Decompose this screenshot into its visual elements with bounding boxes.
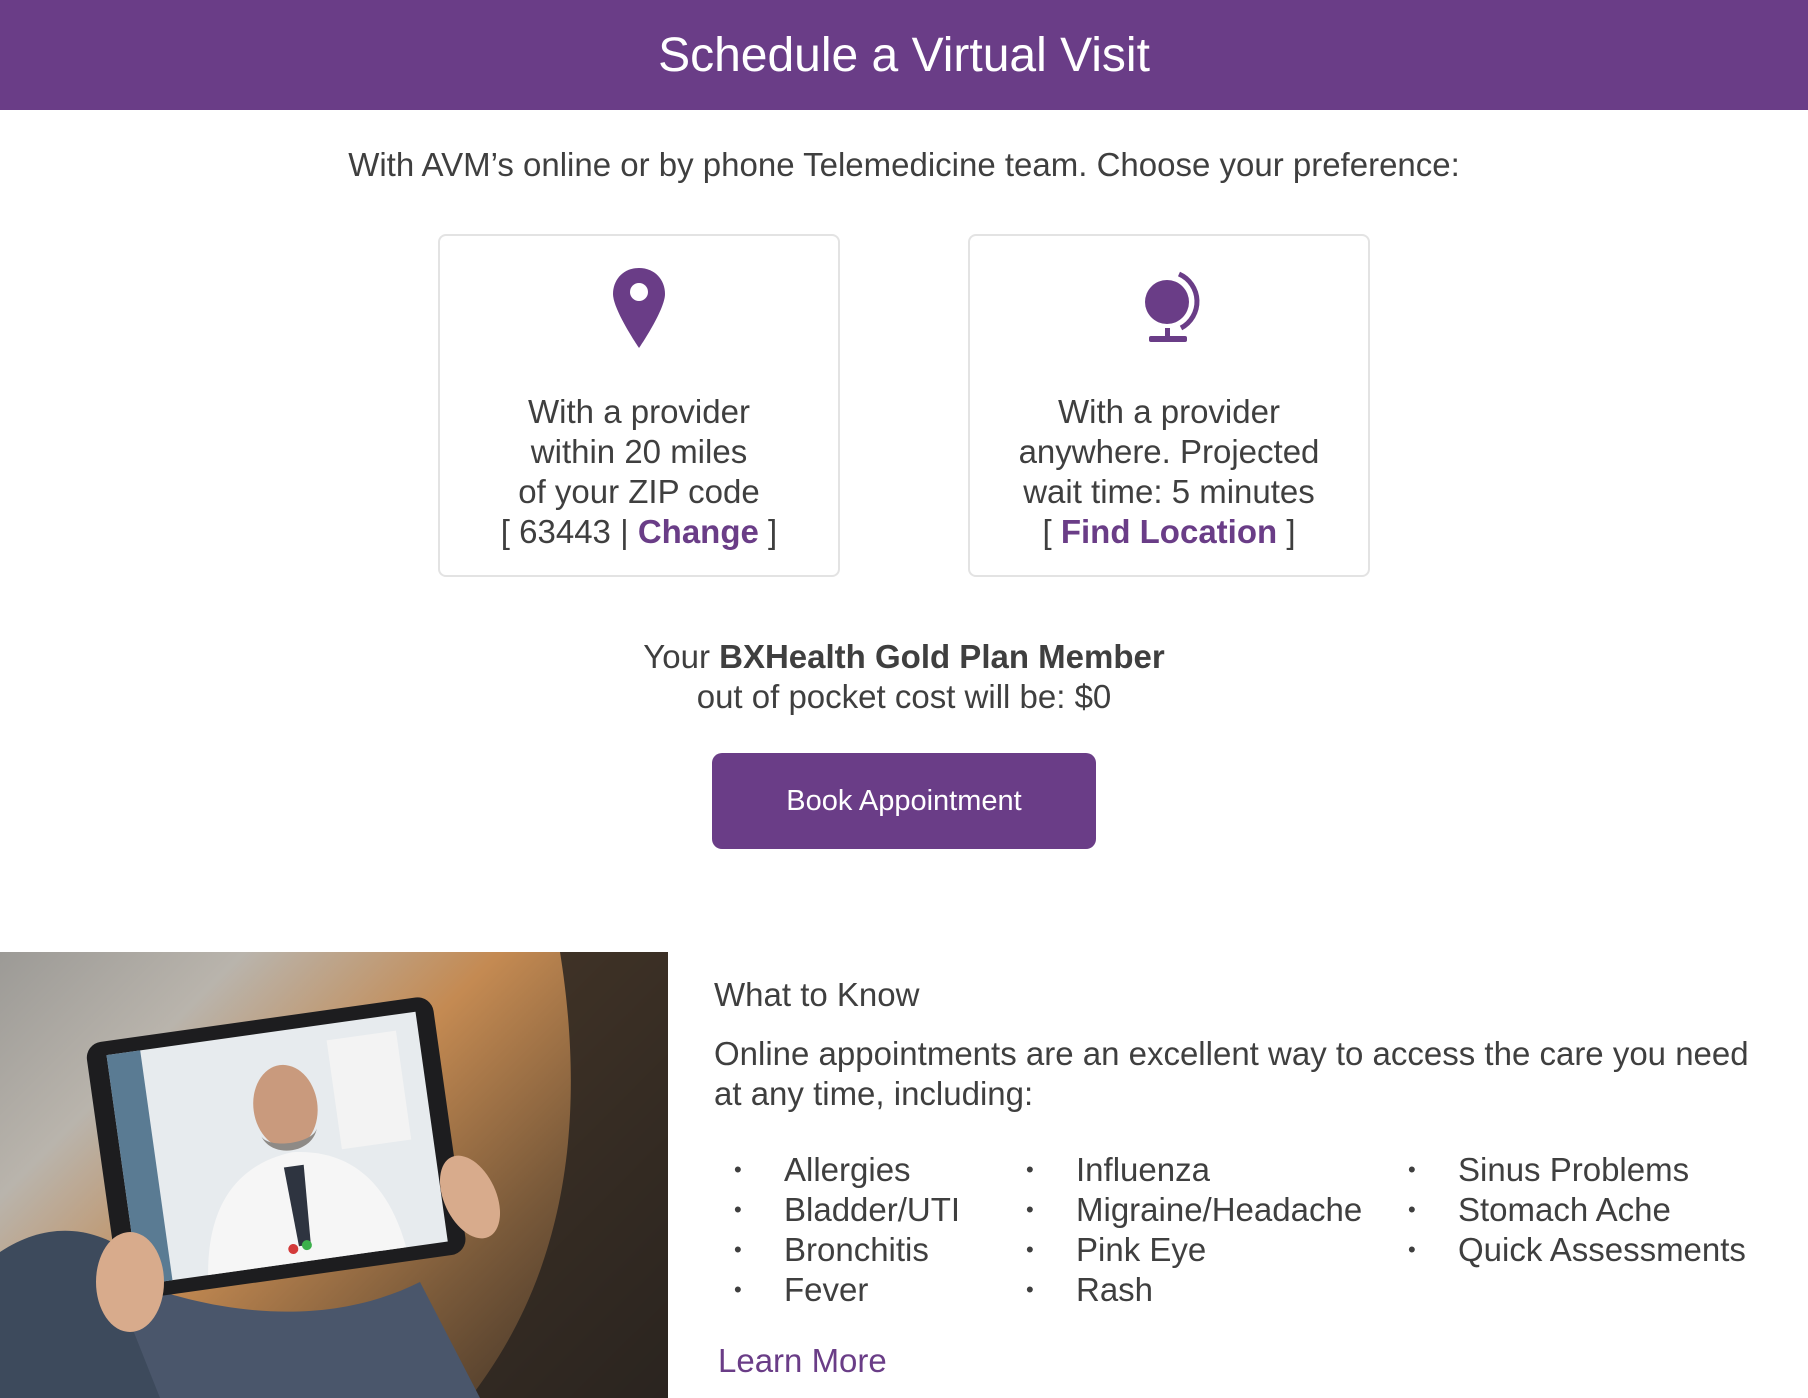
find-location-link[interactable]: Find Location [1061,513,1277,550]
conditions-list: • Allergies • Bladder/UTI • Bronchitis • Fev… [714,1150,1774,1310]
find-location-line: [ Find Location ] [1042,513,1296,550]
list-item: • Quick Assessments [1408,1231,1746,1268]
list-item: • Bronchitis [734,1231,929,1268]
conditions-column-1: • Allergies • Bladder/UTI • Bronchitis • Fev… [714,1150,1006,1310]
plan-cost-info: Your BXHealth Gold Plan Member out of po… [0,637,1808,717]
list-item: • Influenza [1026,1151,1210,1188]
globe-icon [1137,266,1201,350]
book-appointment-button[interactable]: Book Appointment [712,753,1096,849]
info-heading: What to Know [714,976,920,1013]
anywhere-provider-text: With a provider anywhere. Projected wait… [1018,393,1320,550]
learn-more-link[interactable]: Learn More [718,1342,887,1380]
local-provider-card[interactable]: With a provider within 20 miles of your … [438,234,840,577]
map-pin-icon [611,266,667,350]
list-item: • Bladder/UTI [734,1191,961,1228]
list-item: • Migraine/Headache [1026,1191,1363,1228]
list-item: • Allergies [734,1151,911,1188]
info-panel: What to Know Online appointments are an … [714,976,1774,1310]
plan-name: BXHealth Gold Plan Member [719,638,1165,675]
preference-cards: With a provider within 20 miles of your … [0,234,1808,577]
zip-line: [ 63443 | Change ] [500,513,778,550]
change-zip-link[interactable]: Change [638,513,759,550]
list-item: • Sinus Problems [1408,1151,1690,1188]
conditions-column-3: • Sinus Problems • Stomach Ache • Quick Ass… [1388,1150,1746,1310]
list-item: • Rash [1026,1271,1154,1308]
page-header: Schedule a Virtual Visit [0,0,1808,110]
what-to-know-section: What to Know Online appointments are an … [0,952,1808,1398]
local-provider-text: With a provider within 20 miles of your … [500,393,778,550]
zip-code: 63443 [519,513,611,550]
anywhere-provider-card[interactable]: With a provider anywhere. Projected wait… [968,234,1370,577]
conditions-column-2: • Influenza • Migraine/Headache • Pink Eye … [1006,1150,1388,1310]
list-item: • Fever [734,1271,869,1308]
list-item: • Stomach Ache [1408,1191,1671,1228]
page-subtitle: With AVM’s online or by phone Telemedici… [348,146,1460,183]
info-description: Online appointments are an excellent way… [714,1035,1749,1112]
cost-line: out of pocket cost will be: $0 [696,678,1112,715]
list-item: • Pink Eye [1026,1231,1207,1268]
page-title: Schedule a Virtual Visit [658,28,1150,82]
telemedicine-photo [0,952,668,1398]
